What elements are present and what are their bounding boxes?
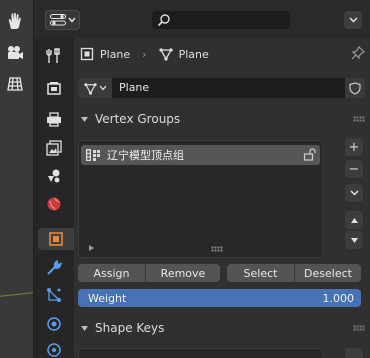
breadcrumb-separator-icon: › [142, 47, 147, 61]
properties-tabs [34, 38, 74, 358]
physics-tab-icon[interactable] [43, 313, 65, 335]
hand-icon[interactable] [4, 10, 26, 32]
unlock-icon[interactable] [303, 148, 317, 164]
properties-editor: Plane › Plane Plane Vertex Groups 辽宁模型顶点… [33, 0, 370, 358]
header-dropdown-button[interactable] [344, 11, 362, 29]
select-button[interactable]: Select [227, 264, 295, 282]
breadcrumb-mesh: Plane [178, 47, 209, 61]
add-shape-key-button[interactable] [345, 348, 363, 358]
object-icon [80, 47, 94, 61]
list-resize-grip-icon[interactable] [211, 246, 223, 252]
datablock-browse-button[interactable] [78, 78, 112, 98]
grid-icon[interactable] [4, 73, 26, 95]
breadcrumb: Plane › Plane [80, 44, 209, 64]
shape-keys-header[interactable]: Shape Keys [74, 314, 370, 342]
vertex-group-name: 辽宁模型顶点组 [107, 149, 184, 162]
chevron-down-icon [99, 85, 106, 91]
floor-line [0, 292, 33, 297]
vertex-group-icon [86, 149, 100, 161]
output-tab-icon[interactable] [43, 108, 65, 130]
pin-icon[interactable] [351, 45, 366, 63]
remove-button[interactable]: Remove [146, 264, 220, 282]
shape-key-list[interactable] [78, 348, 323, 358]
list-filter-toggle-icon[interactable] [89, 245, 94, 251]
modifier-tab-icon[interactable] [43, 257, 65, 279]
chevron-down-icon [349, 190, 359, 196]
tool-tab-icon[interactable] [43, 45, 65, 67]
constraints-tab-icon[interactable] [43, 338, 65, 358]
specials-menu-button[interactable] [345, 184, 363, 202]
chevron-down-icon [81, 116, 88, 122]
shape-keys-title: Shape Keys [95, 321, 165, 335]
weight-value: 1.000 [322, 291, 355, 305]
add-group-button[interactable]: + [345, 138, 363, 156]
mesh-data-icon [158, 48, 173, 61]
data-properties-panel: Plane › Plane Plane Vertex Groups 辽宁模型顶点… [74, 38, 370, 358]
search-input[interactable] [152, 11, 290, 29]
world-tab-icon[interactable] [43, 193, 65, 215]
move-up-button[interactable] [345, 211, 363, 229]
breadcrumb-object: Plane [100, 47, 131, 61]
vertex-groups-header[interactable]: Vertex Groups [74, 105, 370, 133]
chevron-down-icon [348, 17, 358, 23]
datablock-name-field[interactable]: Plane [112, 78, 345, 98]
editor-type-button[interactable] [45, 10, 80, 30]
weight-label: Weight [88, 291, 127, 305]
fake-user-shield-icon[interactable] [345, 78, 365, 98]
triangle-down-icon [350, 237, 358, 243]
assign-remove-row: Assign Remove Select Deselect [78, 264, 361, 282]
drag-grip-icon[interactable] [353, 116, 365, 122]
scene-tab-icon[interactable] [43, 165, 65, 187]
viewport-strip [0, 0, 33, 358]
search-icon [157, 14, 170, 27]
render-tab-icon[interactable] [43, 78, 65, 100]
mesh-datablock-selector: Plane [78, 78, 365, 98]
view-layer-tab-icon[interactable] [43, 137, 65, 159]
mesh-data-icon [83, 82, 97, 95]
drag-grip-icon[interactable] [353, 325, 365, 331]
chevron-down-icon [81, 325, 88, 331]
properties-editor-icon [49, 14, 66, 26]
weight-slider[interactable]: Weight 1.000 [78, 289, 361, 307]
object-tab-icon[interactable] [38, 228, 74, 250]
assign-button[interactable]: Assign [78, 264, 146, 282]
remove-group-button[interactable]: − [345, 160, 363, 178]
move-down-button[interactable] [345, 231, 363, 249]
particles-tab-icon[interactable] [43, 284, 65, 306]
deselect-button[interactable]: Deselect [295, 264, 361, 282]
triangle-up-icon [350, 217, 358, 223]
editor-header [34, 0, 370, 38]
vertex-groups-title: Vertex Groups [95, 112, 181, 126]
chevron-down-icon [67, 17, 76, 23]
camera-icon[interactable] [4, 42, 26, 64]
